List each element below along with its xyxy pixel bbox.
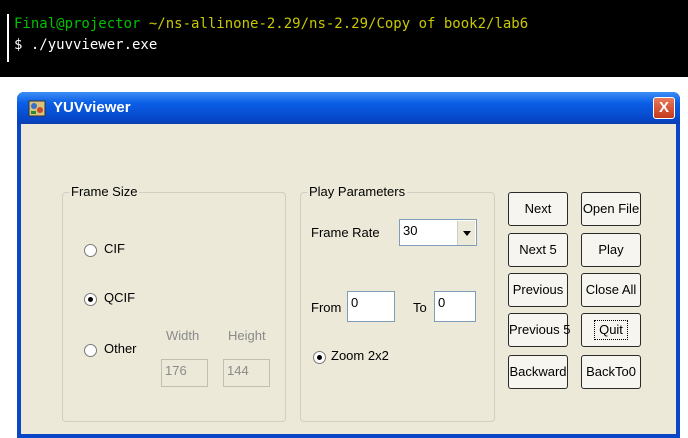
window-title: YUVviewer	[53, 99, 131, 116]
frame-rate-label: Frame Rate	[311, 225, 380, 240]
back-to-0-button[interactable]: BackTo0	[581, 355, 641, 389]
radio-qcif[interactable]	[84, 293, 97, 306]
zoom-label: Zoom 2x2	[331, 348, 389, 363]
frame-size-title: Frame Size	[69, 184, 140, 199]
chevron-down-icon[interactable]	[457, 221, 475, 245]
previous-button[interactable]: Previous	[508, 273, 568, 307]
next-button[interactable]: Next	[508, 192, 568, 226]
terminal-cursor-bar	[7, 14, 9, 62]
frame-rate-select[interactable]: 30	[399, 219, 477, 246]
from-field[interactable]: 0	[347, 291, 395, 322]
frame-size-group: Frame Size CIF QCIF Other Width Height 1…	[62, 184, 286, 422]
terminal-command: $ ./yuvviewer.exe	[14, 37, 158, 53]
width-field[interactable]: 176	[161, 359, 208, 387]
app-icon	[28, 100, 46, 117]
previous5-button[interactable]: Previous 5	[508, 313, 570, 347]
open-file-button[interactable]: Open File	[581, 192, 641, 226]
radio-other-label: Other	[104, 341, 137, 356]
close-icon: X	[658, 99, 669, 116]
play-parameters-group: Play Parameters Frame Rate 30 From 0 To …	[300, 184, 495, 422]
dialog-body: Frame Size CIF QCIF Other Width Height 1…	[21, 124, 676, 434]
quit-button-label: Quit	[594, 320, 628, 340]
close-button[interactable]: X	[653, 97, 675, 119]
to-label: To	[413, 300, 427, 315]
play-button[interactable]: Play	[581, 233, 641, 267]
close-all-button[interactable]: Close All	[581, 273, 641, 307]
radio-cif[interactable]	[84, 244, 97, 257]
yuvviewer-window: YUVviewer X Frame Size CIF QCIF Other Wi…	[17, 92, 680, 438]
radio-cif-label: CIF	[104, 241, 125, 256]
backward-button[interactable]: Backward	[508, 355, 568, 389]
from-label: From	[311, 300, 342, 315]
width-label: Width	[166, 328, 200, 343]
quit-button[interactable]: Quit	[581, 313, 641, 347]
radio-other[interactable]	[84, 344, 97, 357]
title-bar[interactable]: YUVviewer X	[17, 92, 680, 124]
frame-rate-value: 30	[403, 223, 418, 238]
height-label: Height	[228, 328, 266, 343]
to-field[interactable]: 0	[434, 291, 476, 322]
zoom-checkbox[interactable]	[313, 351, 326, 364]
terminal-path: ~/ns-allinone-2.29/ns-2.29/Copy of book2…	[148, 16, 529, 32]
terminal-prompt-line: Final@projector ~/ns-allinone-2.29/ns-2.…	[14, 16, 528, 32]
radio-qcif-label: QCIF	[104, 290, 136, 305]
terminal-user-host: Final@projector	[14, 16, 141, 32]
height-field[interactable]: 144	[223, 359, 270, 387]
play-parameters-title: Play Parameters	[307, 184, 408, 199]
terminal-window: Final@projector ~/ns-allinone-2.29/ns-2.…	[0, 0, 688, 77]
next5-button[interactable]: Next 5	[508, 233, 568, 267]
